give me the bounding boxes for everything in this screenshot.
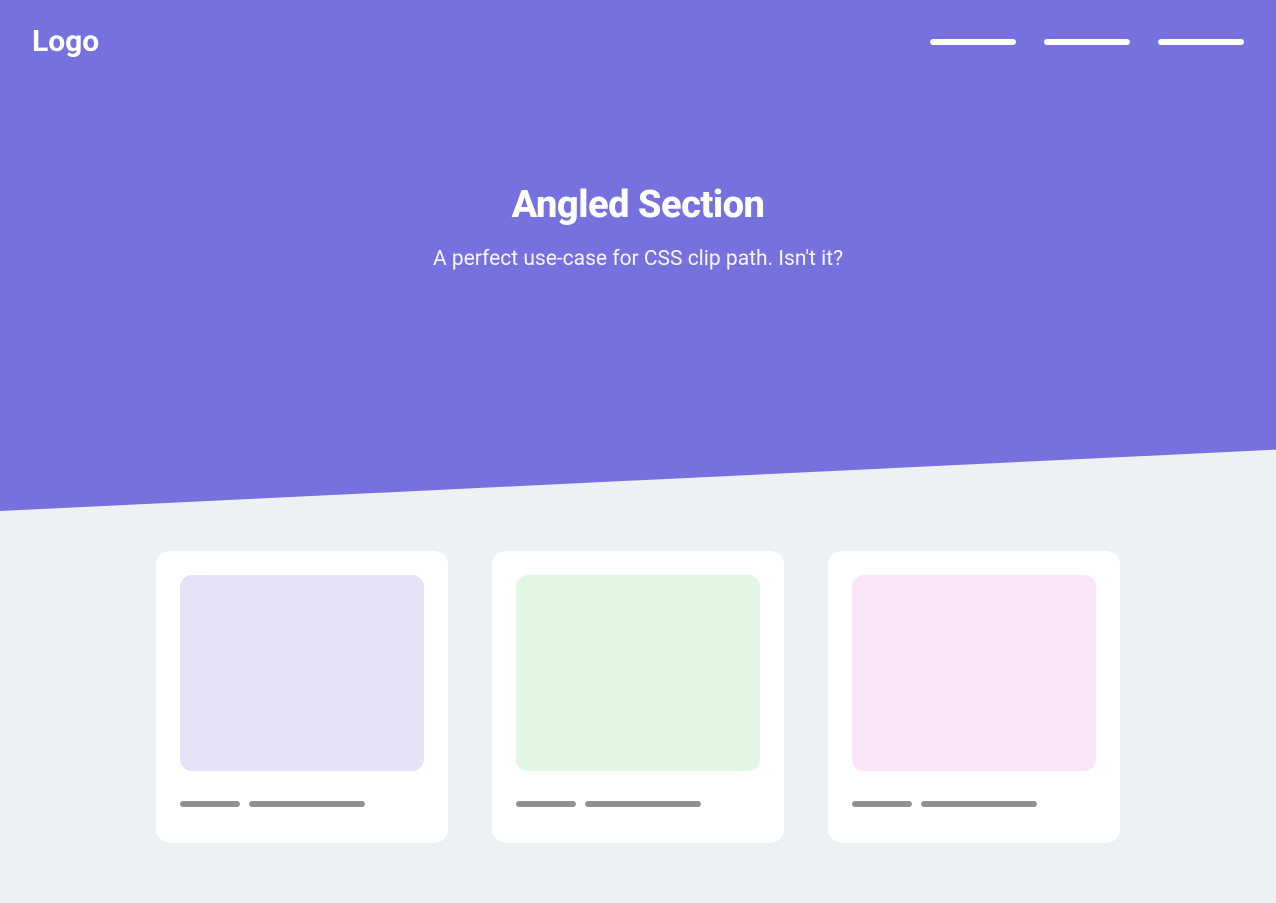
text-placeholder xyxy=(921,801,1037,807)
nav-link-3[interactable] xyxy=(1158,39,1244,45)
card-image xyxy=(180,575,424,771)
card-2[interactable] xyxy=(492,551,784,843)
text-placeholder xyxy=(249,801,365,807)
text-placeholder xyxy=(852,801,912,807)
card-3[interactable] xyxy=(828,551,1120,843)
logo[interactable]: Logo xyxy=(32,24,99,59)
navbar: Logo xyxy=(0,0,1276,83)
hero-title: Angled Section xyxy=(20,183,1256,227)
text-placeholder xyxy=(585,801,701,807)
hero-subtitle: A perfect use-case for CSS clip path. Is… xyxy=(20,247,1256,271)
cards-section xyxy=(0,511,1276,903)
nav-link-1[interactable] xyxy=(930,39,1016,45)
card-text xyxy=(180,801,424,807)
hero-section: Logo Angled Section A perfect use-case f… xyxy=(0,0,1276,511)
text-placeholder xyxy=(516,801,576,807)
card-text xyxy=(852,801,1096,807)
card-text xyxy=(516,801,760,807)
card-image xyxy=(516,575,760,771)
card-1[interactable] xyxy=(156,551,448,843)
nav-link-2[interactable] xyxy=(1044,39,1130,45)
hero-content: Angled Section A perfect use-case for CS… xyxy=(0,83,1276,451)
text-placeholder xyxy=(180,801,240,807)
card-image xyxy=(852,575,1096,771)
nav-links xyxy=(930,39,1244,45)
